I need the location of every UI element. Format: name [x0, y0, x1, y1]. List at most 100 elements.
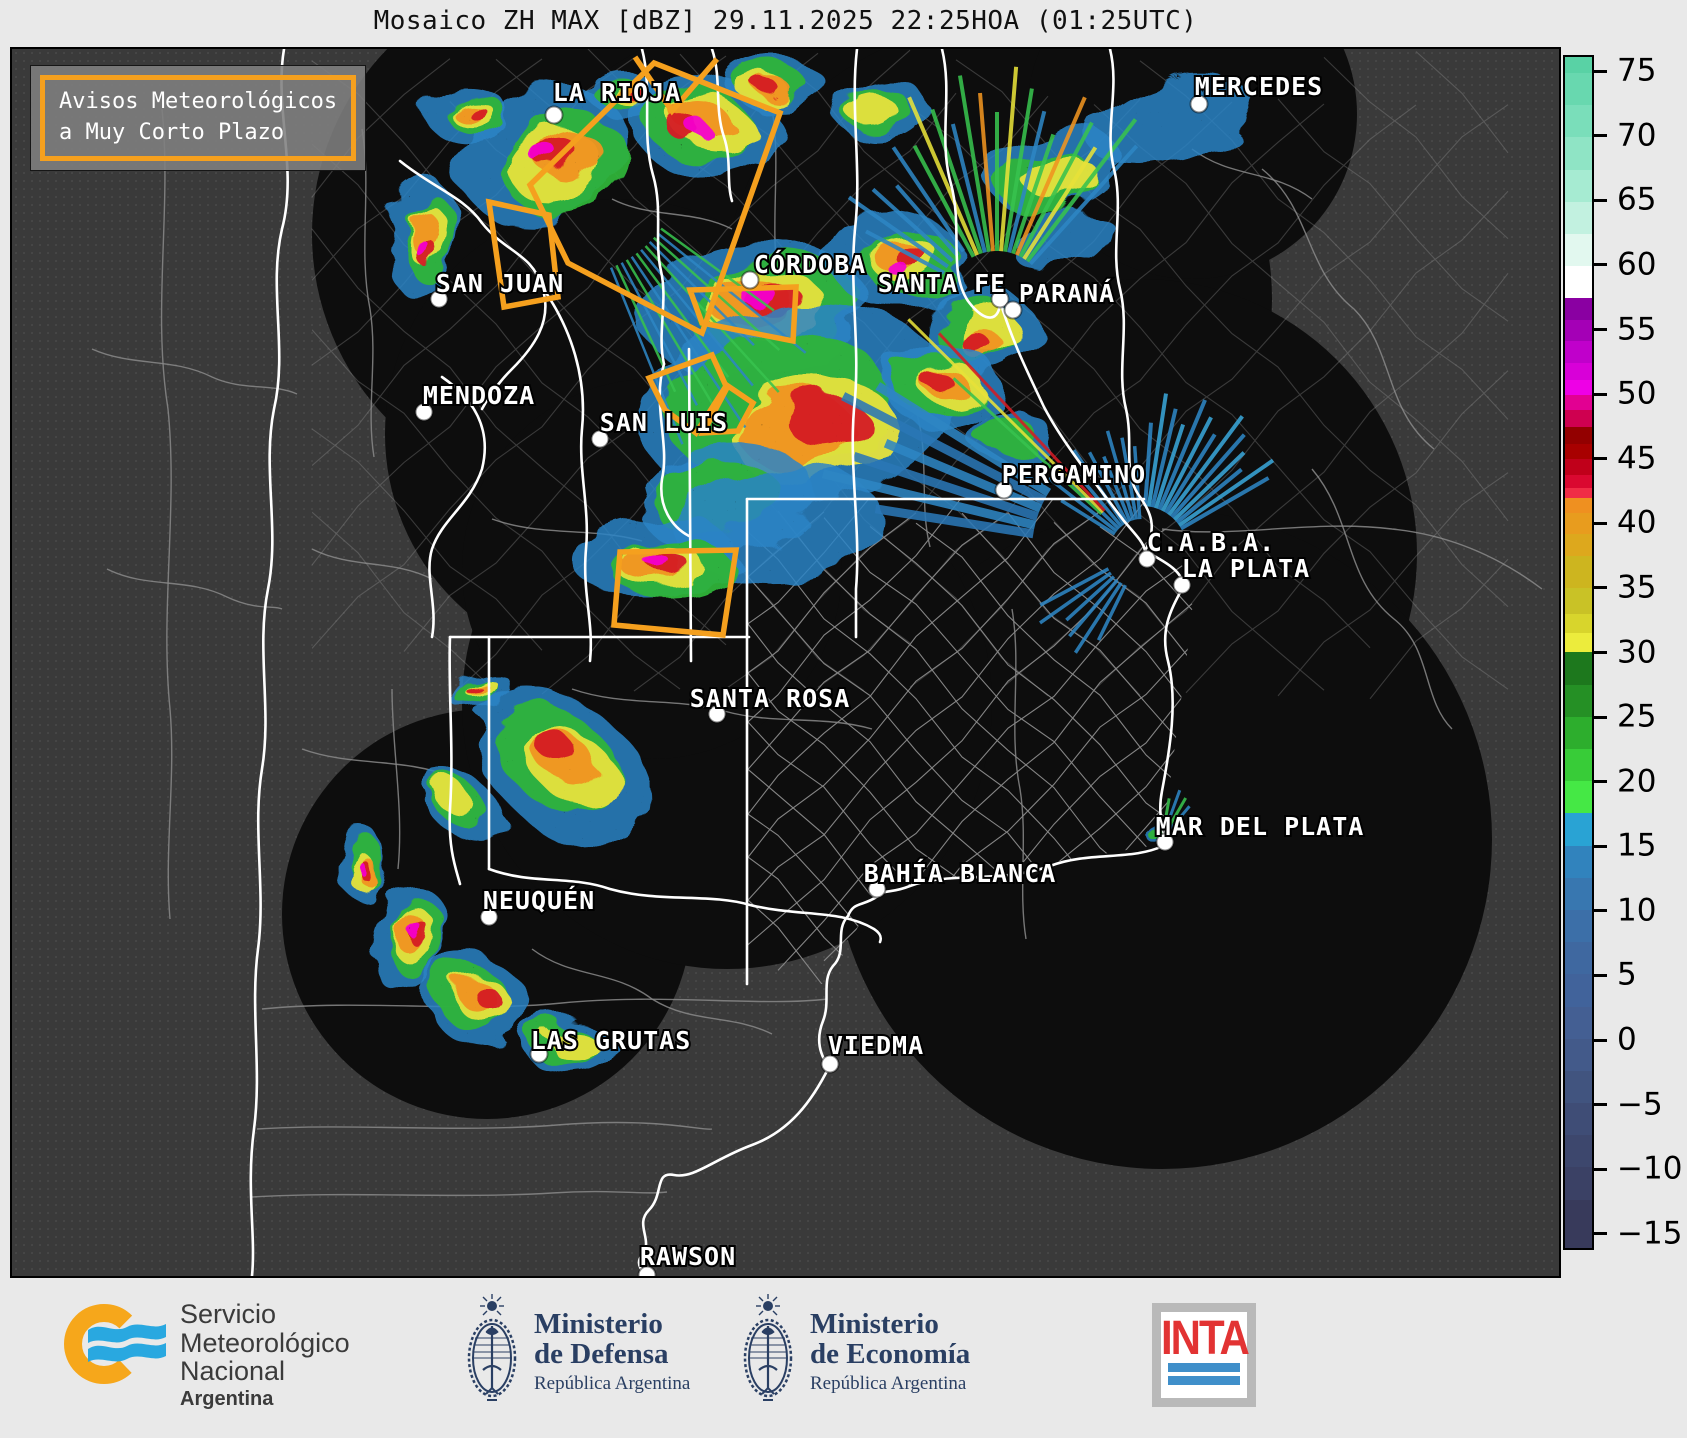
defensa-line1: Ministerio	[534, 1308, 663, 1340]
colorbar-segment	[1565, 487, 1592, 498]
dbz-colorbar-gradient	[1563, 55, 1594, 1250]
city-label: NEUQUÉN	[483, 886, 595, 915]
economia-line2: de Economía	[810, 1337, 971, 1370]
city-label: PARANÁ	[1019, 279, 1115, 308]
inta-bar-2	[1168, 1376, 1240, 1385]
colorbar-segment	[1565, 169, 1592, 202]
city-label: MENDOZA	[423, 381, 535, 410]
colorbar-segment	[1565, 443, 1592, 460]
smn-logo-wave-2	[88, 1343, 166, 1362]
economia-line3: República Argentina	[810, 1373, 967, 1395]
inta-logo: INTA	[1152, 1303, 1256, 1407]
ministerio-defensa-wordmark: Ministerio de Defensa República Argentin…	[534, 1308, 691, 1395]
colorbar-tick-label: 70	[1617, 117, 1657, 154]
smn-logo-wave-1	[88, 1324, 166, 1343]
colorbar-tick	[1594, 328, 1607, 332]
colorbar-tick	[1594, 1103, 1607, 1107]
colorbar-tick	[1594, 457, 1607, 461]
colorbar-segment	[1565, 1167, 1592, 1200]
city-label: LA RIOJA	[553, 78, 681, 107]
radar-map: MERCEDES LA RIOJA SAN JUAN CÓRDOBA SANTA FE P…	[10, 47, 1561, 1278]
colorbar-tick-label: 35	[1617, 569, 1657, 606]
colorbar-segment	[1565, 781, 1592, 814]
colorbar-segment	[1565, 1070, 1592, 1104]
defensa-line2: de Defensa	[534, 1337, 669, 1370]
colorbar-tick-label: 65	[1617, 181, 1657, 218]
colorbar-tick-label: 55	[1617, 310, 1657, 347]
city-marker: RAWSON	[637, 1240, 737, 1276]
colorbar-segment	[1565, 362, 1592, 380]
colorbar-segment	[1565, 1006, 1592, 1039]
warning-legend-line2: a Muy Corto Plazo	[59, 119, 285, 145]
colorbar-segment	[1565, 652, 1592, 685]
city-marker: VIEDMA	[820, 1029, 925, 1074]
colorbar-tick	[1594, 586, 1607, 590]
colorbar-segment	[1565, 1103, 1592, 1136]
colorbar-segment	[1565, 942, 1592, 975]
colorbar-segment	[1565, 534, 1592, 556]
colorbar-segment	[1565, 73, 1592, 106]
colorbar-segment	[1565, 298, 1592, 321]
city-label: SAN JUAN	[436, 269, 564, 298]
colorbar-tick-label: 0	[1617, 1021, 1637, 1058]
colorbar-tick	[1594, 521, 1607, 525]
city-label: RAWSON	[640, 1242, 736, 1271]
colorbar-segment	[1565, 394, 1592, 411]
colorbar-tick	[1594, 1232, 1607, 1236]
city-label: VIEDMA	[828, 1031, 924, 1060]
dbz-colorbar: 75 70 65 60 55 50 45 40 35 30 25 20 15 10 5 0 −5 −10 −15	[1563, 52, 1682, 1251]
colorbar-segment	[1565, 1038, 1592, 1071]
city-label: PERGAMINO	[1002, 460, 1146, 489]
radar-echo	[728, 57, 825, 110]
colorbar-segment	[1565, 555, 1592, 589]
smn-line2: Meteorológico	[180, 1327, 350, 1358]
colorbar-tick	[1594, 198, 1607, 202]
colorbar-tick	[1594, 69, 1607, 73]
colorbar-segment	[1565, 379, 1592, 395]
colorbar-segment	[1565, 813, 1592, 846]
colorbar-segment	[1565, 845, 1592, 878]
smn-line1: Servicio	[180, 1299, 277, 1329]
smn-line3: Nacional	[180, 1356, 286, 1387]
city-label: SANTA ROSA	[690, 684, 851, 713]
economia-line1: Ministerio	[810, 1308, 939, 1340]
colorbar-tick-label: 30	[1617, 633, 1657, 670]
smn-line4: Argentina	[180, 1387, 274, 1410]
colorbar-tick-label: 45	[1617, 439, 1657, 476]
colorbar-tick	[1594, 263, 1607, 267]
colorbar-segment	[1565, 474, 1592, 488]
radar-map-canvas: MERCEDES LA RIOJA SAN JUAN CÓRDOBA SANTA FE P…	[91, 49, 1543, 1276]
defensa-line3: República Argentina	[534, 1373, 691, 1395]
colorbar-tick-label: 50	[1617, 375, 1657, 412]
colorbar-segment	[1565, 513, 1592, 535]
footer: Servicio Meteorológico Nacional Argentin…	[0, 1278, 1687, 1438]
smn-logo-ring	[64, 1304, 144, 1384]
colorbar-segment	[1565, 588, 1592, 614]
city-label: SAN LUIS	[600, 408, 728, 437]
colorbar-segment	[1565, 1135, 1592, 1168]
colorbar-segment	[1565, 105, 1592, 138]
colorbar-tick	[1594, 1167, 1607, 1171]
colorbar-segment	[1565, 974, 1592, 1007]
colorbar-tick	[1594, 134, 1607, 138]
colorbar-segment	[1565, 684, 1592, 717]
city-label: LA PLATA	[1182, 554, 1310, 583]
colorbar-tick-label: 40	[1617, 504, 1657, 541]
colorbar-segment	[1565, 1199, 1592, 1248]
defensa-coat-of-arms-icon	[467, 1294, 517, 1401]
colorbar-segment	[1565, 497, 1592, 514]
colorbar-segment	[1565, 410, 1592, 428]
colorbar-tick	[1594, 715, 1607, 719]
economia-coat-of-arms-icon	[743, 1294, 793, 1401]
colorbar-segment	[1565, 427, 1592, 444]
echo-layer	[757, 82, 781, 96]
smn-wordmark: Servicio Meteorológico Nacional Argentin…	[180, 1300, 350, 1410]
colorbar-tick	[1594, 973, 1607, 977]
colorbar-tick	[1594, 392, 1607, 396]
colorbar-tick-label: 5	[1617, 956, 1637, 993]
city-label: BAHÍA BLANCA	[864, 859, 1057, 888]
city-dot	[544, 105, 564, 125]
colorbar-segment	[1565, 234, 1592, 267]
echo-layer	[460, 99, 481, 113]
colorbar-segment	[1565, 320, 1592, 341]
